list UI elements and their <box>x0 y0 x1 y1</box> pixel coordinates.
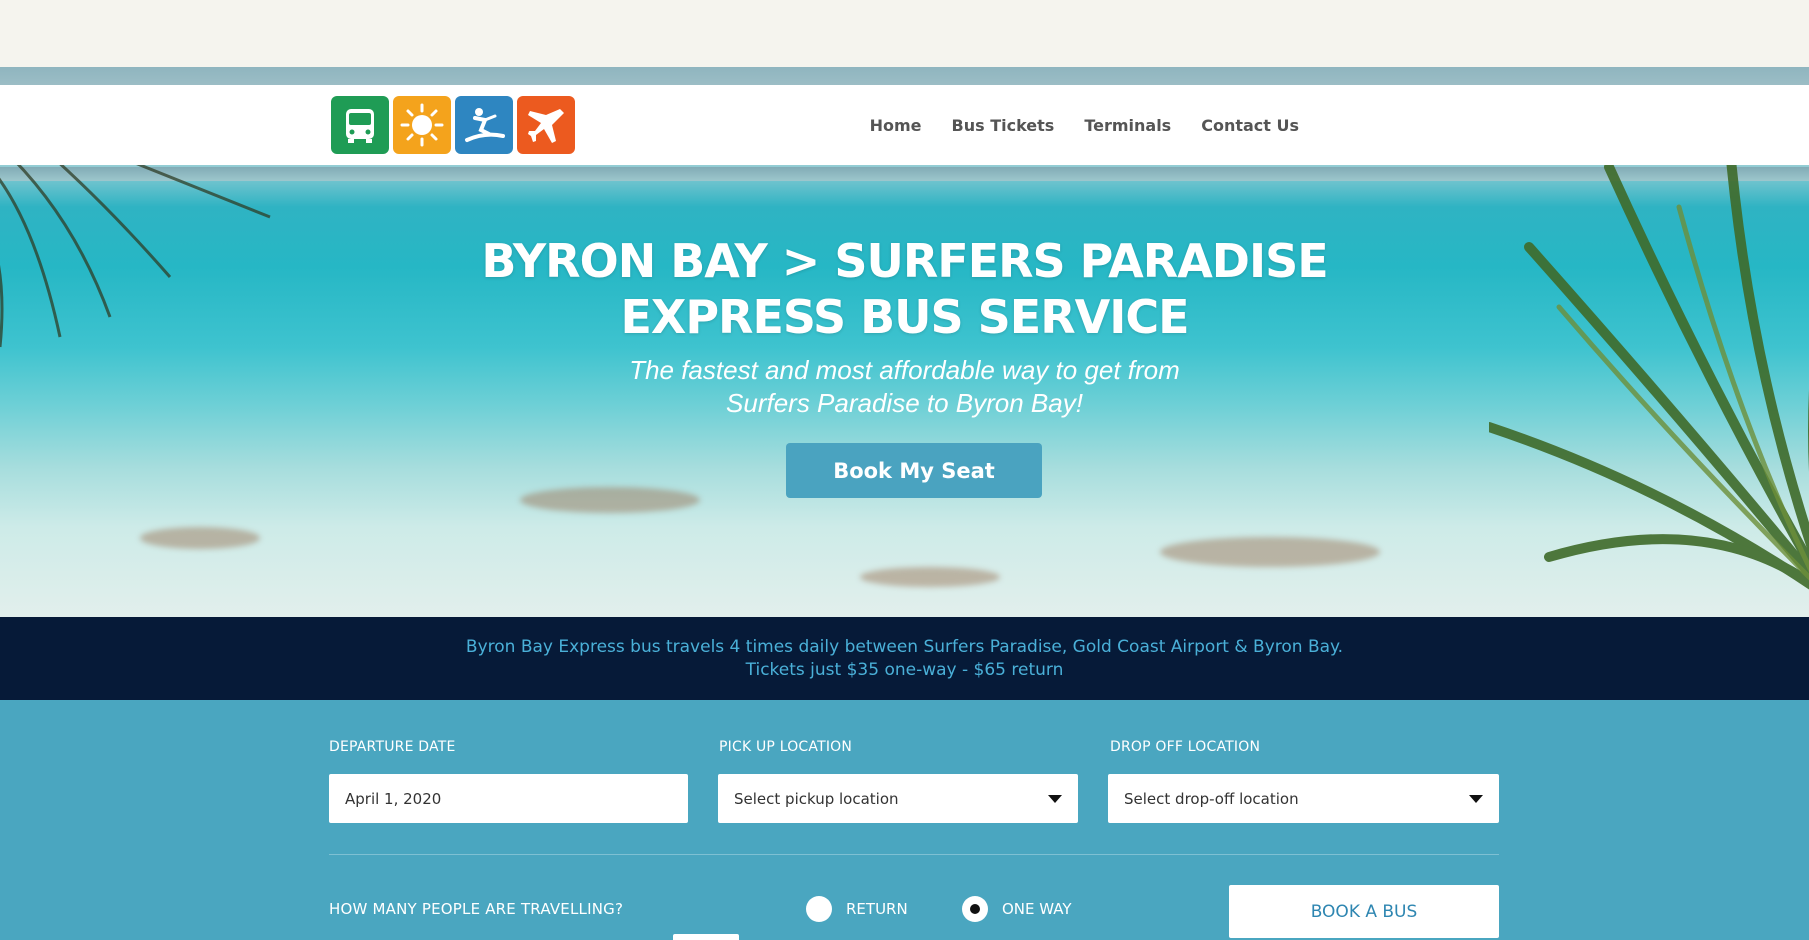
radio-button-icon <box>806 896 832 922</box>
chevron-down-icon <box>1469 795 1483 803</box>
sun-icon <box>393 96 451 154</box>
radio-button-selected-icon <box>962 896 988 922</box>
departure-date-label: DEPARTURE DATE <box>329 739 456 755</box>
site-logo[interactable] <box>331 96 575 154</box>
pickup-location-select[interactable]: Select pickup location <box>718 774 1078 823</box>
return-radio[interactable]: RETURN <box>806 896 908 922</box>
hero-rock <box>1160 537 1380 567</box>
hero-subline-line2: Surfers Paradise to Byron Bay! <box>726 388 1083 418</box>
return-radio-label: RETURN <box>846 900 908 918</box>
dropoff-location-label: DROP OFF LOCATION <box>1110 739 1261 755</box>
form-divider <box>329 854 1499 855</box>
hero-subline-line1: The fastest and most affordable way to g… <box>629 355 1180 385</box>
bus-icon <box>331 96 389 154</box>
nav-contact-us-link[interactable]: Contact Us <box>1201 116 1299 135</box>
hero-rock <box>520 487 700 513</box>
surfer-icon <box>455 96 513 154</box>
info-line2: Tickets just $35 one-way - $65 return <box>745 660 1064 680</box>
top-strip <box>0 0 1809 67</box>
nav-terminals-link[interactable]: Terminals <box>1084 116 1171 135</box>
nav-home-link[interactable]: Home <box>870 116 922 135</box>
hero-headline-line1: BYRON BAY > SURFERS PARADISE <box>481 234 1328 288</box>
departure-date-value: April 1, 2020 <box>345 789 442 808</box>
book-a-bus-button[interactable]: BOOK A BUS <box>1229 885 1499 938</box>
hero-headline-line2: EXPRESS BUS SERVICE <box>620 290 1189 344</box>
one-way-radio[interactable]: ONE WAY <box>962 896 1072 922</box>
info-bar: Byron Bay Express bus travels 4 times da… <box>0 617 1809 700</box>
main-nav: Home Bus Tickets Terminals Contact Us <box>870 85 1299 165</box>
departure-date-input[interactable]: April 1, 2020 <box>329 774 688 823</box>
nav-bus-tickets-link[interactable]: Bus Tickets <box>952 116 1055 135</box>
hero-rock <box>140 527 260 549</box>
one-way-radio-label: ONE WAY <box>1002 900 1072 918</box>
hero-subline: The fastest and most affordable way to g… <box>0 354 1809 420</box>
airplane-icon <box>517 96 575 154</box>
pickup-location-label: PICK UP LOCATION <box>719 739 853 755</box>
book-my-seat-button[interactable]: Book My Seat <box>786 443 1042 498</box>
hero-rock <box>860 567 1000 587</box>
dropoff-location-select[interactable]: Select drop-off location <box>1108 774 1499 823</box>
people-count-label: HOW MANY PEOPLE ARE TRAVELLING? <box>329 900 624 918</box>
navbar: Home Bus Tickets Terminals Contact Us <box>0 85 1809 165</box>
chevron-down-icon <box>1048 795 1062 803</box>
hero-headline: BYRON BAY > SURFERS PARADISE EXPRESS BUS… <box>0 233 1809 345</box>
people-count-stepper[interactable] <box>673 934 739 940</box>
pickup-location-placeholder: Select pickup location <box>734 789 899 808</box>
info-line1: Byron Bay Express bus travels 4 times da… <box>465 637 1344 657</box>
dropoff-location-placeholder: Select drop-off location <box>1124 789 1299 808</box>
